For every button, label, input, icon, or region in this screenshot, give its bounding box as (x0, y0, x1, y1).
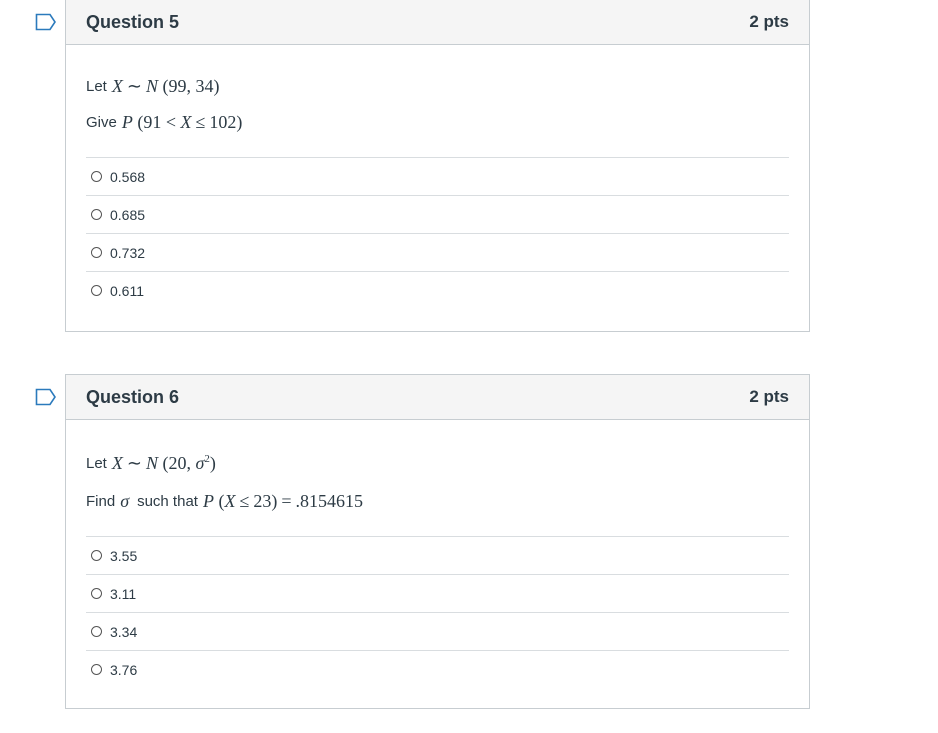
question-body: Let X ∼ N (99, 34) Give P (91 < X ≤102) 0.5… (66, 45, 809, 309)
question-title: Question 5 (86, 11, 180, 32)
math-var: X (180, 111, 192, 132)
question-stem-line: Find σ such that P (X ≤23) = .8154615 (86, 482, 789, 520)
answer-label: 0.732 (110, 244, 146, 261)
math-args: ) (209, 452, 216, 473)
radio-button[interactable] (91, 171, 102, 182)
math-sigma: σ (120, 490, 130, 511)
answer-option[interactable]: 3.11 (86, 575, 789, 613)
math-expression: X ∼ N (99, 34) (112, 76, 220, 97)
math-var: N (145, 452, 158, 473)
math-rel: ≤ (239, 490, 250, 511)
question-points: 2 pts (749, 387, 789, 406)
math-op: ∼ (126, 452, 142, 473)
answer-label: 0.685 (110, 206, 146, 223)
question-body: Let X ∼ N (20, σ2) Find σ such that P (X ≤2… (66, 420, 809, 688)
math-var: X (111, 75, 123, 96)
radio-button[interactable] (91, 209, 102, 220)
question-points: 2 pts (749, 12, 789, 31)
answer-option[interactable]: 0.685 (86, 196, 789, 234)
stem-prefix: Let (86, 77, 107, 95)
question-header: Question 6 2 pts (66, 375, 809, 420)
answer-option[interactable]: 3.55 (86, 537, 789, 575)
radio-button[interactable] (91, 550, 102, 561)
question-card: Question 6 2 pts Let X ∼ N (20, σ2) Find σ… (65, 374, 810, 709)
math-value: .8154615 (295, 490, 364, 511)
question-stem-line: Give P (91 < X ≤102) (86, 104, 789, 140)
answer-label: 3.55 (110, 547, 138, 564)
question-stem-line: Let X ∼ N (99, 34) (86, 68, 789, 104)
answer-option[interactable]: 3.34 (86, 613, 789, 651)
answer-label: 0.568 (110, 168, 146, 185)
math-expression: P (X ≤23) = .8154615 (202, 490, 364, 511)
stem-prefix: Find (86, 492, 116, 510)
answer-list: 3.55 3.11 3.34 3.76 (86, 536, 789, 688)
question-card: Question 5 2 pts Let X ∼ N (99, 34) Give P… (65, 0, 810, 332)
math-expression: P (91 < X ≤102) (122, 112, 243, 133)
math-fn: P (121, 111, 133, 132)
answer-label: 0.611 (110, 282, 144, 299)
math-num: 23) (253, 490, 278, 511)
math-args: (99, 34) (162, 75, 220, 96)
math-fn: P (202, 490, 214, 511)
math-expression: X ∼ N (20, σ2) (112, 453, 216, 474)
radio-button[interactable] (91, 588, 102, 599)
math-var: X (224, 490, 236, 511)
stem-prefix: Give (86, 113, 117, 131)
answer-option[interactable]: 0.568 (86, 158, 789, 196)
answer-label: 3.76 (110, 661, 138, 678)
stem-middle-text: such that (137, 492, 198, 510)
math-var: X (111, 452, 123, 473)
question-header: Question 5 2 pts (66, 0, 809, 45)
math-args: (20, (162, 452, 191, 473)
flag-question-icon[interactable] (35, 388, 57, 406)
question-stem-line: Let X ∼ N (20, σ2) (86, 444, 789, 482)
radio-button[interactable] (91, 626, 102, 637)
answer-label: 3.11 (110, 585, 137, 602)
math-rel: ≤ (195, 111, 206, 132)
answer-label: 3.34 (110, 623, 138, 640)
math-sigma-inline: σ (120, 491, 129, 512)
math-args: 102) (209, 111, 243, 132)
radio-button[interactable] (91, 285, 102, 296)
answer-option[interactable]: 3.76 (86, 651, 789, 688)
answer-option[interactable]: 0.732 (86, 234, 789, 272)
question-title: Question 6 (86, 386, 180, 407)
answer-list: 0.568 0.685 0.732 0.611 (86, 157, 789, 309)
radio-button[interactable] (91, 664, 102, 675)
stem-prefix: Let (86, 454, 107, 472)
math-var: N (145, 75, 158, 96)
flag-question-icon[interactable] (35, 13, 57, 31)
math-args: (91 < (137, 111, 176, 132)
math-op: ∼ (126, 75, 142, 96)
radio-button[interactable] (91, 247, 102, 258)
answer-option[interactable]: 0.611 (86, 272, 789, 309)
math-eq: = (281, 490, 292, 511)
